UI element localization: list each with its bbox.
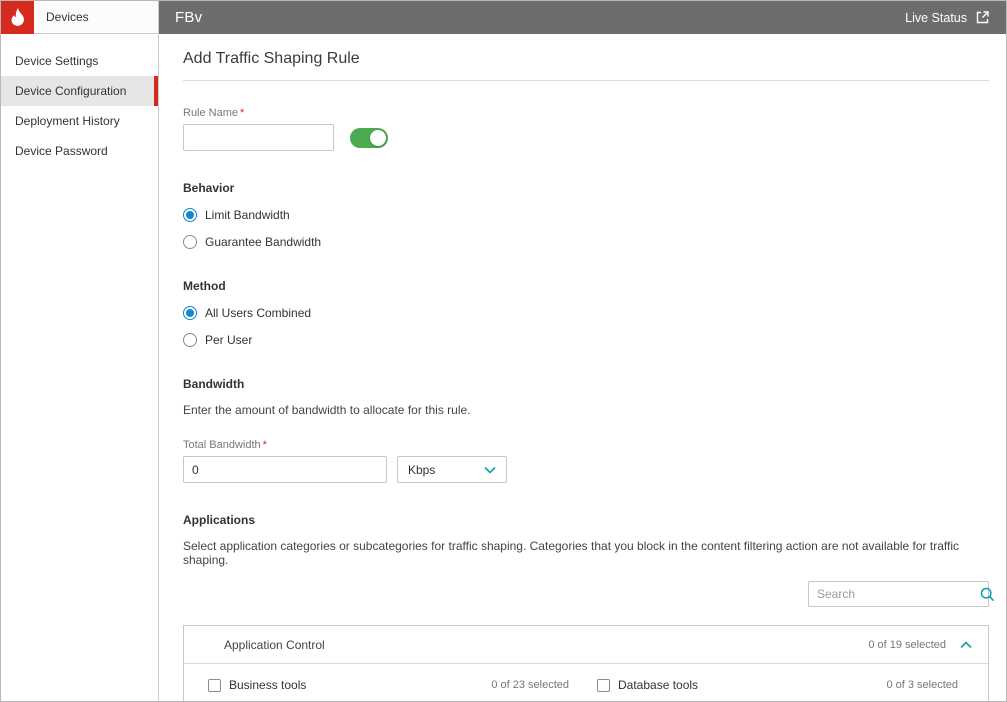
search-row xyxy=(183,581,995,607)
bandwidth-description: Enter the amount of bandwidth to allocat… xyxy=(183,403,471,417)
device-title: FBv xyxy=(175,9,203,26)
sidebar-title: Devices xyxy=(46,10,89,24)
category-business-tools: Business tools 0 of 23 selected xyxy=(208,678,569,692)
radio-limit-bandwidth[interactable]: Limit Bandwidth xyxy=(183,208,989,222)
sidebar: Devices Device Settings Device Configura… xyxy=(1,1,159,701)
category-count: 0 of 3 selected xyxy=(886,679,958,691)
sidebar-item-deployment-history[interactable]: Deployment History xyxy=(1,106,158,136)
bandwidth-unit-value: Kbps xyxy=(408,462,436,477)
category-list: Business tools 0 of 23 selected Database… xyxy=(184,664,988,701)
watchguard-logo xyxy=(1,1,34,34)
total-bandwidth-label: Total Bandwidth * xyxy=(183,439,267,451)
panel-selected-count: 0 of 19 selected xyxy=(868,638,946,651)
live-status-label: Live Status xyxy=(905,10,967,25)
sidebar-header: Devices xyxy=(1,1,158,34)
radio-all-users-combined[interactable]: All Users Combined xyxy=(183,306,989,320)
applications-section-label: Applications xyxy=(183,513,256,527)
content-area: Add Traffic Shaping Rule Rule Name * Beha… xyxy=(159,34,1006,701)
radio-per-user[interactable]: Per User xyxy=(183,333,989,347)
application-control-panel: Application Control 0 of 19 selected Bus… xyxy=(183,625,989,701)
total-bandwidth-input[interactable] xyxy=(183,456,387,483)
radio-selected-icon xyxy=(183,306,197,320)
rule-name-block: Rule Name * xyxy=(183,107,989,151)
required-asterisk: * xyxy=(240,107,245,119)
sidebar-item-device-password[interactable]: Device Password xyxy=(1,136,158,166)
sidebar-item-device-configuration[interactable]: Device Configuration xyxy=(1,76,158,106)
category-count: 0 of 23 selected xyxy=(491,679,569,691)
top-bar: FBv Live Status xyxy=(159,1,1006,34)
app-window: Devices Device Settings Device Configura… xyxy=(0,0,1007,702)
chevron-up-icon[interactable] xyxy=(960,640,972,649)
application-control-header[interactable]: Application Control 0 of 19 selected xyxy=(184,626,988,664)
radio-unselected-icon xyxy=(183,235,197,249)
external-link-icon xyxy=(976,11,989,24)
required-asterisk: * xyxy=(262,439,267,451)
flame-icon xyxy=(11,8,24,26)
main-column: FBv Live Status Add Traffic Shaping Rule… xyxy=(159,1,1006,701)
radio-selected-icon xyxy=(183,208,197,222)
search-input[interactable] xyxy=(809,582,980,606)
rule-enabled-toggle[interactable] xyxy=(350,127,388,148)
chevron-down-icon xyxy=(484,466,496,474)
rule-name-input[interactable] xyxy=(183,124,334,151)
checkbox[interactable] xyxy=(208,678,221,692)
checkbox[interactable] xyxy=(597,678,610,692)
sidebar-item-device-settings[interactable]: Device Settings xyxy=(1,46,158,76)
radio-unselected-icon xyxy=(183,333,197,347)
search-icon[interactable] xyxy=(980,587,995,602)
page-title: Add Traffic Shaping Rule xyxy=(183,50,989,81)
panel-title: Application Control xyxy=(224,637,325,652)
bandwidth-section-label: Bandwidth xyxy=(183,377,245,391)
bandwidth-unit-select[interactable]: Kbps xyxy=(397,456,507,483)
sidebar-nav: Device Settings Device Configuration Dep… xyxy=(1,34,158,166)
radio-guarantee-bandwidth[interactable]: Guarantee Bandwidth xyxy=(183,235,989,249)
method-section-label: Method xyxy=(183,279,226,293)
rule-name-label: Rule Name * xyxy=(183,107,245,119)
applications-description: Select application categories or subcate… xyxy=(183,539,959,567)
category-database-tools: Database tools 0 of 3 selected xyxy=(597,678,958,692)
live-status-button[interactable]: Live Status xyxy=(905,10,990,25)
behavior-section-label: Behavior xyxy=(183,181,235,195)
toggle-knob xyxy=(370,129,386,146)
search-box xyxy=(808,581,995,607)
